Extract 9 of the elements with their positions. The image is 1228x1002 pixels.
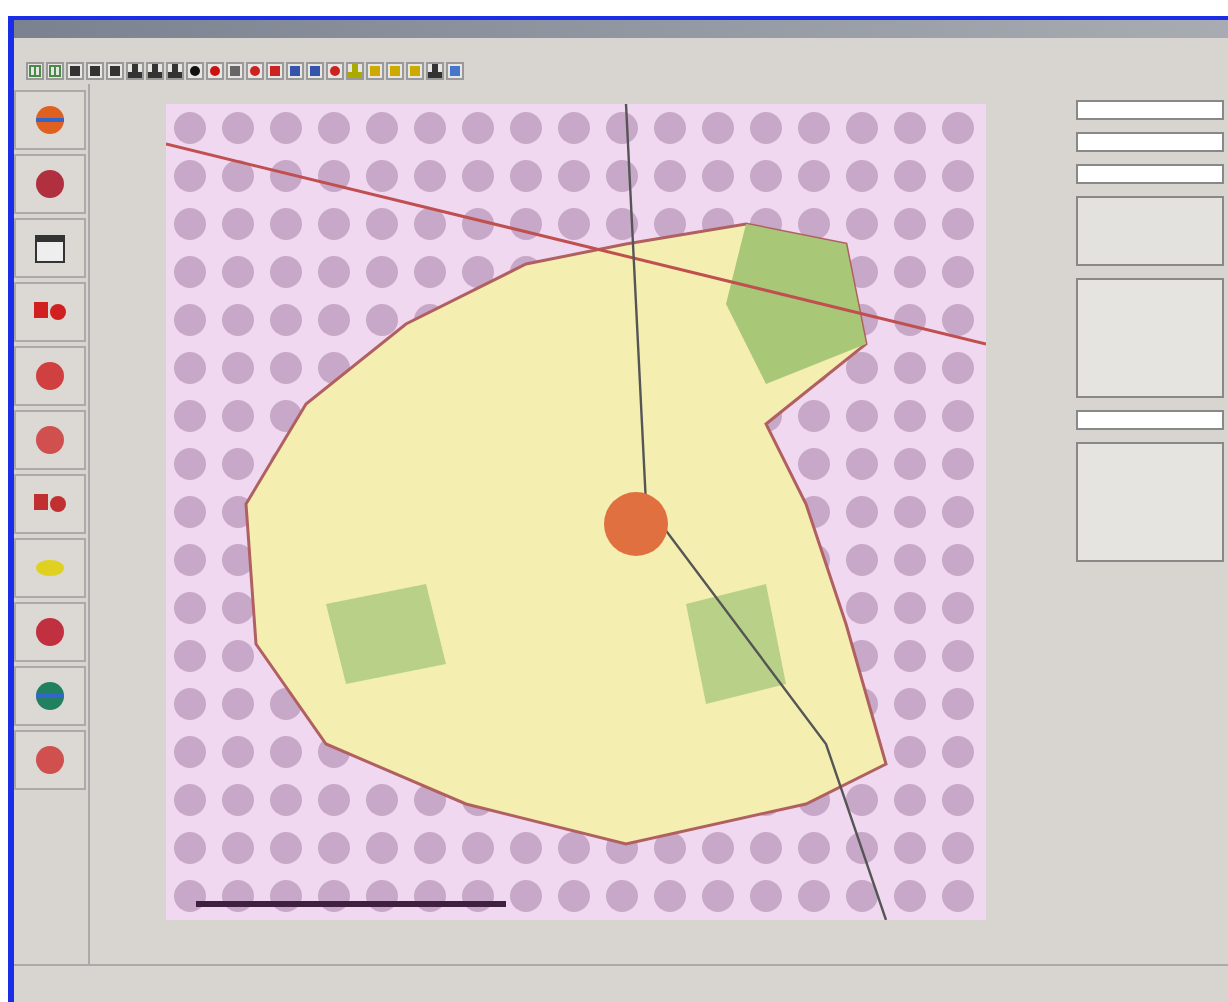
map-drawing[interactable] [166,104,986,920]
dropdown-field[interactable] [1076,100,1224,120]
text-field[interactable] [1076,132,1224,152]
list-box[interactable] [1076,442,1224,562]
dropdown-field[interactable] [1076,410,1224,430]
text-field[interactable] [1076,164,1224,184]
list-box[interactable] [1076,278,1224,398]
memo-field[interactable] [1076,196,1224,266]
sidebar-button[interactable] [14,218,86,278]
